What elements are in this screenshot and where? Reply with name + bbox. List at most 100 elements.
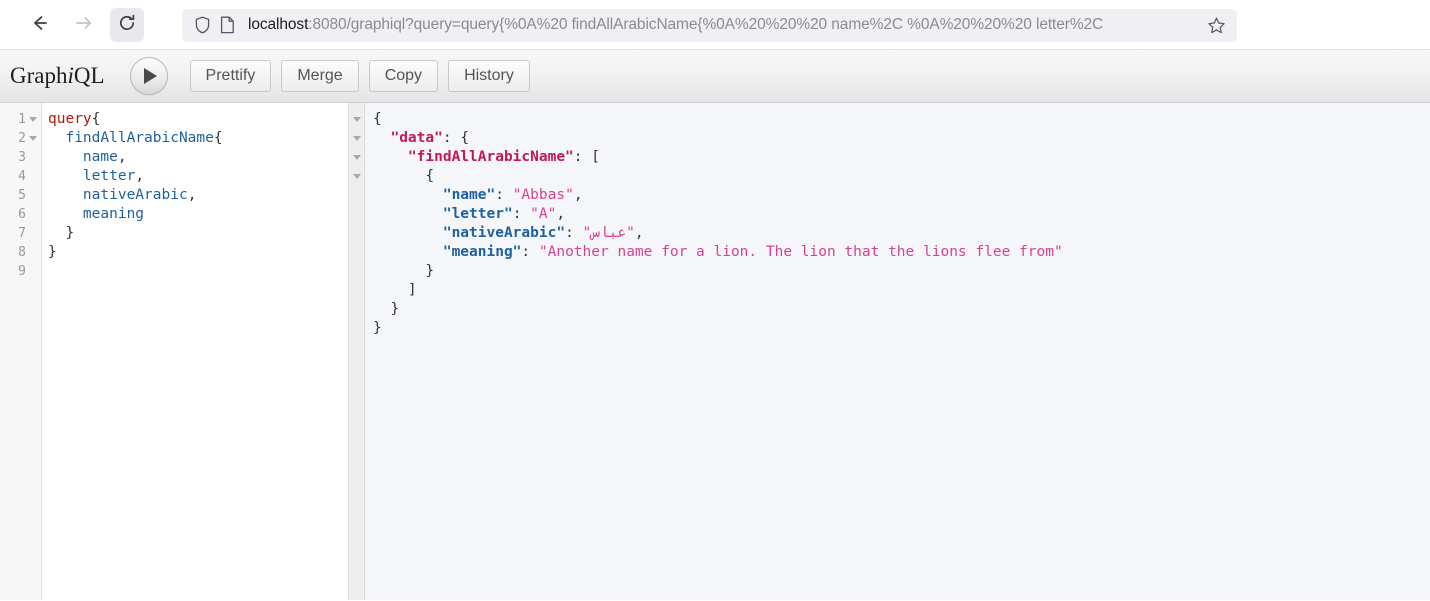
json-token-str: "Another name for a lion. The lion that … [538,244,1063,260]
play-icon [144,68,158,84]
gutter-line: 2 [0,129,41,148]
json-token-punc: { [373,111,382,127]
graphiql-logo: GraphiQL [10,63,105,89]
url-bar[interactable]: localhost:8080/graphiql?query=query{%0A%… [182,8,1237,42]
json-token-punc [373,225,443,241]
json-token-punc: : [565,225,583,241]
token-punc [48,130,65,146]
query-code-line: findAllArabicName{ [48,129,348,148]
line-number: 4 [18,169,26,184]
result-code-line: ] [373,281,1430,300]
json-token-punc: : [ [573,149,600,165]
forward-button[interactable] [66,8,100,42]
token-fld: letter [82,168,136,184]
result-fold-row[interactable] [349,167,364,186]
result-code-line: "name": "Abbas", [373,186,1430,205]
result-fold-row[interactable] [349,148,364,167]
result-code-line: } [373,319,1430,338]
token-fld: name [82,149,118,165]
line-number: 1 [18,112,26,127]
json-token-punc: ] [373,282,417,298]
fold-triangle-icon[interactable] [352,174,361,179]
json-token-punc [373,206,443,222]
json-token-punc [373,244,443,260]
merge-button[interactable]: Merge [281,60,359,92]
url-path: :8080/graphiql?query=query{%0A%20 findAl… [308,16,1104,33]
query-code-line: } [48,243,348,262]
logo-part-2: QL [73,63,105,88]
query-editor-code[interactable]: query{ findAllArabicName{ name, letter, … [42,103,348,600]
arrow-left-icon [29,13,49,38]
history-button[interactable]: History [448,60,530,92]
url-fade-overlay [1157,14,1197,36]
json-token-defkey: "findAllArabicName" [407,149,574,165]
arrow-right-icon [73,13,93,38]
query-code-line: meaning [48,205,348,224]
editor-area: 123456789 query{ findAllArabicName{ name… [0,103,1430,600]
shield-icon[interactable] [194,16,211,34]
json-token-key: "name" [442,187,496,203]
line-number: 7 [18,226,26,241]
query-editor-pane[interactable]: 123456789 query{ findAllArabicName{ name… [0,103,349,600]
json-token-str: "Abbas" [512,187,574,203]
copy-button[interactable]: Copy [368,60,439,92]
token-punc: } [48,244,57,260]
query-code-line: } [48,224,348,243]
result-code-line: "nativeArabic": "عباس", [373,224,1430,243]
star-icon[interactable] [1203,12,1229,38]
token-punc: { [213,130,223,146]
prettify-button[interactable]: Prettify [189,60,272,92]
line-number: 6 [18,207,26,222]
result-fold-row[interactable] [349,110,364,129]
result-fold-row[interactable] [349,129,364,148]
json-token-key: "nativeArabic" [442,225,566,241]
result-viewer-pane[interactable]: { "data": { "findAllArabicName": [ { "na… [349,103,1430,600]
gutter-line: 7 [0,224,41,243]
token-fld: findAllArabicName [65,130,214,146]
token-punc [48,187,83,203]
page-icon[interactable] [220,16,235,34]
json-token-punc: : { [442,130,470,146]
token-fld: meaning [82,206,145,222]
query-code-line [48,262,348,281]
url-text-container[interactable]: localhost:8080/graphiql?query=query{%0A%… [248,14,1197,36]
token-punc: , [117,149,127,165]
reload-icon [117,13,137,38]
json-token-punc: : [521,244,539,260]
fold-triangle-icon[interactable] [29,135,37,141]
result-code-line: } [373,300,1430,319]
result-code-line: { [373,110,1430,129]
token-punc [48,149,83,165]
result-viewer-code[interactable]: { "data": { "findAllArabicName": [ { "na… [365,103,1430,600]
result-code-line: "meaning": "Another name for a lion. The… [373,243,1430,262]
json-token-punc [373,130,390,146]
result-code-line: "findAllArabicName": [ [373,148,1430,167]
fold-triangle-icon[interactable] [352,136,361,141]
json-token-defkey: "data" [390,130,443,146]
fold-triangle-icon[interactable] [352,117,361,122]
json-token-punc: } [373,263,435,279]
gutter-line: 6 [0,205,41,224]
token-punc [48,206,83,222]
json-token-punc: : [495,187,513,203]
json-token-key: "meaning" [442,244,522,260]
json-token-punc: : [512,206,531,222]
line-number: 8 [18,245,26,260]
json-token-ar: "عباس" [582,225,635,241]
json-token-key: "letter" [442,206,513,222]
result-code-line: "data": { [373,129,1430,148]
json-token-str: "A" [530,206,557,222]
json-token-punc: } [373,320,382,336]
query-code-line: nativeArabic, [48,186,348,205]
execute-query-button[interactable] [129,57,168,95]
json-token-punc: } [373,301,400,317]
fold-triangle-icon[interactable] [352,155,361,160]
back-button[interactable] [22,8,56,42]
line-number: 3 [18,150,26,165]
result-code-line: "letter": "A", [373,205,1430,224]
reload-button[interactable] [110,8,144,42]
fold-triangle-icon[interactable] [29,116,37,122]
result-code-line: { [373,167,1430,186]
token-fld: nativeArabic [82,187,188,203]
json-token-punc [373,187,443,203]
